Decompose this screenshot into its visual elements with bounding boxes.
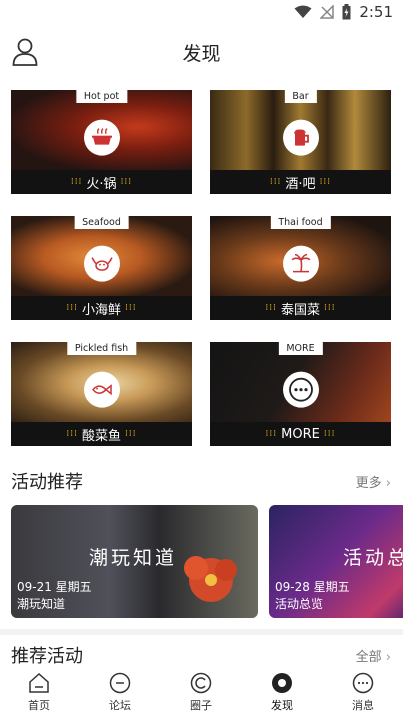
category-label: 酸菜鱼 [81, 428, 121, 444]
tab-label: 消息 [352, 699, 374, 712]
decor-dots-right: ⁞⁞⁞ [125, 303, 137, 313]
category-label: MORE [281, 426, 320, 442]
category-tag: Hot pot [75, 90, 128, 103]
event-card[interactable]: 活动总 09-28 星期五 活动总览 [269, 505, 403, 618]
category-label: 火·锅 [86, 176, 117, 192]
more-link-label: 更多 [355, 476, 382, 491]
top-header: 发现 [0, 28, 403, 76]
more-icon [282, 371, 319, 408]
decor-dots-left: ⁞⁞⁞ [265, 429, 278, 439]
wifi-icon [294, 5, 312, 18]
category-tag: MORE [278, 342, 323, 355]
category-tag: Seafood [74, 216, 129, 229]
category-label-bar: ⁞⁞⁞ MORE ⁞⁞⁞ [210, 422, 391, 446]
category-tag: Bar [284, 90, 317, 103]
all-link-label: 全部 [355, 650, 382, 665]
decor-dots-left: ⁞⁞⁞ [265, 303, 277, 313]
tab-discover[interactable]: 发现 [252, 672, 312, 713]
decor-dots-left: ⁞⁞⁞ [70, 177, 83, 187]
recommended-all-link[interactable]: 全部 › [356, 646, 391, 665]
recommended-title: 推荐活动 [11, 646, 83, 667]
tab-label: 首页 [28, 699, 50, 712]
forum-icon [109, 672, 131, 694]
decor-dots-right: ⁞⁞⁞ [125, 429, 137, 439]
chevron-right-icon: › [385, 476, 391, 491]
chevron-right-icon: › [385, 650, 391, 665]
bottom-tab-bar: 首页 论坛 圈子 发现 消息 [0, 668, 403, 720]
decor-dots-left: ⁞⁞⁞ [66, 429, 78, 439]
activity-carousel[interactable]: 潮玩知道 09-21 星期五 潮玩知道 活动总 09-28 星期五 活动总览 [11, 505, 403, 618]
category-label: 酒·吧 [285, 176, 316, 192]
activity-recommend-title: 活动推荐 [11, 472, 83, 493]
decor-dots-left: ⁞⁞⁞ [66, 303, 78, 313]
hotpot-icon [83, 119, 120, 156]
tab-label: 论坛 [109, 699, 131, 712]
event-card[interactable]: 潮玩知道 09-21 星期五 潮玩知道 [11, 505, 258, 618]
event-name: 活动总览 [275, 597, 324, 611]
category-label-bar: ⁞⁞⁞ 泰国菜 ⁞⁞⁞ [210, 296, 391, 320]
no-signal-icon [320, 5, 335, 19]
event-banner-text: 活动总 [343, 547, 403, 569]
tab-circle[interactable]: 圈子 [171, 672, 231, 713]
decor-dots-left: ⁞⁞⁞ [269, 177, 282, 187]
beer-icon [282, 119, 319, 156]
category-tag: Thai food [270, 216, 331, 229]
discover-icon [272, 673, 292, 693]
decor-dots-right: ⁞⁞⁞ [120, 177, 133, 187]
tab-home[interactable]: 首页 [9, 672, 69, 713]
tab-message[interactable]: 消息 [333, 672, 393, 713]
category-card-hotpot[interactable]: Hot pot ⁞⁞⁞ 火·锅 ⁞⁞⁞ [11, 90, 192, 194]
event-banner-text: 潮玩知道 [89, 547, 178, 569]
message-icon [352, 672, 374, 694]
category-card-seafood[interactable]: Seafood ⁞⁞⁞ 小海鲜 ⁞⁞⁞ [11, 216, 192, 320]
category-label-bar: ⁞⁞⁞ 酸菜鱼 ⁞⁞⁞ [11, 422, 192, 446]
event-date: 09-28 星期五 [275, 580, 350, 594]
decor-dots-right: ⁞⁞⁞ [323, 429, 336, 439]
decor-dots-right: ⁞⁞⁞ [324, 303, 336, 313]
page-title: 发现 [182, 43, 221, 65]
fish-icon [83, 371, 120, 408]
status-time: 2:51 [359, 3, 393, 21]
category-card-pickled-fish[interactable]: Pickled fish ⁞⁞⁞ 酸菜鱼 ⁞⁞⁞ [11, 342, 192, 446]
category-label-bar: ⁞⁞⁞ 小海鲜 ⁞⁞⁞ [11, 296, 192, 320]
battery-icon [342, 4, 351, 20]
category-card-thai[interactable]: Thai food ⁞⁞⁞ 泰国菜 ⁞⁞⁞ [210, 216, 391, 320]
tab-forum[interactable]: 论坛 [90, 672, 150, 713]
palm-tree-icon [282, 245, 319, 282]
category-label-bar: ⁞⁞⁞ 火·锅 ⁞⁞⁞ [11, 170, 192, 194]
category-card-bar[interactable]: Bar ⁞⁞⁞ 酒·吧 ⁞⁞⁞ [210, 90, 391, 194]
activity-more-link[interactable]: 更多 › [356, 472, 391, 491]
home-icon [29, 672, 49, 693]
circle-icon [190, 672, 212, 694]
category-label-bar: ⁞⁞⁞ 酒·吧 ⁞⁞⁞ [210, 170, 391, 194]
category-tag: Pickled fish [66, 342, 137, 355]
category-label: 小海鲜 [81, 302, 121, 318]
section-divider [0, 629, 403, 635]
crab-icon [83, 245, 120, 282]
decor-dots-right: ⁞⁞⁞ [319, 177, 332, 187]
tab-label: 圈子 [190, 699, 212, 712]
event-decor-flower-icon [184, 556, 237, 602]
category-label: 泰国菜 [280, 302, 320, 318]
tab-label: 发现 [271, 699, 293, 712]
event-date: 09-21 星期五 [17, 580, 92, 594]
category-card-more[interactable]: MORE ⁞⁞⁞ MORE ⁞⁞⁞ [210, 342, 391, 446]
event-name: 潮玩知道 [17, 597, 66, 611]
status-bar: 2:51 [0, 0, 403, 24]
